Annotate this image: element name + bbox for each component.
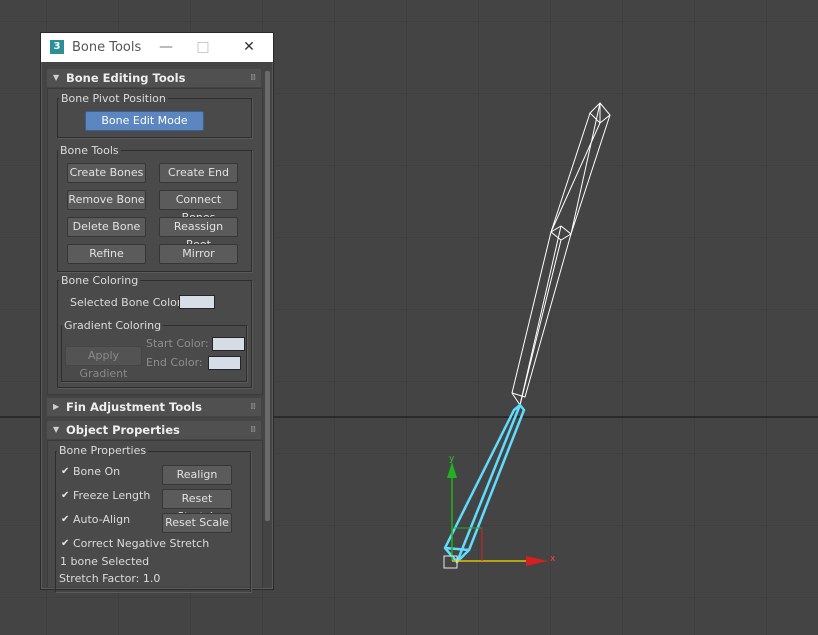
grip-icon: ⁞⁞ — [250, 73, 256, 83]
rollout-fin-adjustment-header[interactable]: ▶ Fin Adjustment Tools ⁞⁞ — [47, 398, 261, 416]
grip-icon: ⁞⁞ — [250, 425, 256, 435]
gizmo-x-label: x — [550, 554, 556, 564]
rollout-title: Fin Adjustment Tools — [66, 400, 202, 414]
selection-status: 1 bone Selected — [60, 555, 150, 568]
close-button[interactable]: ✕ — [235, 37, 263, 57]
rollout-bone-editing-body: Bone Pivot Position Bone Edit Mode Bone … — [47, 88, 263, 395]
group-title: Bone Coloring — [59, 274, 141, 287]
rollout-title: Object Properties — [66, 423, 180, 437]
app-icon: 3 — [50, 40, 64, 54]
auto-align-checkbox[interactable]: ✔ — [61, 515, 70, 525]
group-title: Bone Tools — [58, 144, 121, 157]
collapse-arrow-icon: ▼ — [53, 73, 60, 82]
panel-scrollbar[interactable] — [265, 71, 270, 521]
bone-tools-window[interactable]: 3 Bone Tools — □ ✕ ▼ Bone Editing Tools … — [40, 32, 274, 592]
selected-bone-color-swatch[interactable] — [179, 295, 215, 309]
rollout-object-properties-header[interactable]: ▼ Object Properties ⁞⁞ — [47, 421, 261, 439]
apply-gradient-button[interactable]: Apply Gradient — [65, 346, 142, 380]
end-color-label: End Color: — [146, 356, 203, 369]
rollout-title: Bone Editing Tools — [66, 71, 186, 85]
rollout-object-properties-body: Bone Properties ✔ Bone On Realign ✔ Free… — [47, 440, 263, 592]
selected-bone-color-label: Selected Bone Color: — [70, 296, 185, 309]
expand-arrow-icon: ▶ — [53, 402, 60, 411]
bone-edit-mode-button[interactable]: Bone Edit Mode — [85, 111, 204, 131]
minimize-button[interactable]: — — [152, 37, 180, 57]
start-color-swatch[interactable] — [212, 337, 245, 351]
rollout-bone-editing-header[interactable]: ▼ Bone Editing Tools ⁞⁞ — [47, 69, 261, 87]
stretch-factor-readout: Stretch Factor: 1.0 — [59, 572, 161, 585]
freeze-length-label: Freeze Length — [73, 489, 151, 502]
correct-negative-stretch-checkbox[interactable]: ✔ — [61, 539, 70, 549]
freeze-length-checkbox[interactable]: ✔ — [61, 491, 70, 501]
group-title: Bone Pivot Position — [59, 92, 168, 105]
bone-on-checkbox[interactable]: ✔ — [61, 467, 70, 477]
reset-stretch-button[interactable]: Reset Stretch — [162, 489, 232, 523]
realign-button[interactable]: Realign — [162, 465, 232, 485]
reset-scale-button[interactable]: Reset Scale — [162, 513, 232, 533]
maximize-button[interactable]: □ — [189, 37, 217, 57]
group-title: Gradient Coloring — [62, 319, 164, 332]
auto-align-label: Auto-Align — [73, 513, 131, 526]
gizmo-y-label: y — [449, 454, 455, 464]
group-title: Bone Properties — [57, 444, 149, 457]
collapse-arrow-icon: ▼ — [53, 425, 60, 434]
correct-negative-stretch-label: Correct Negative Stretch — [73, 537, 210, 550]
delete-bone-button[interactable]: Delete Bone — [67, 217, 146, 237]
start-color-label: Start Color: — [146, 337, 209, 350]
titlebar[interactable]: 3 Bone Tools — □ ✕ — [41, 33, 273, 62]
create-end-button[interactable]: Create End — [159, 163, 238, 183]
bone-on-label: Bone On — [73, 465, 121, 478]
connect-bones-button[interactable]: Connect Bones — [159, 190, 238, 224]
mirror-button[interactable]: Mirror — [159, 244, 238, 264]
window-title: Bone Tools — [72, 40, 142, 55]
grip-icon: ⁞⁞ — [250, 402, 256, 412]
refine-button[interactable]: Refine — [67, 244, 146, 264]
reassign-root-button[interactable]: Reassign Root — [159, 217, 238, 251]
end-color-swatch[interactable] — [208, 356, 241, 370]
remove-bone-button[interactable]: Remove Bone — [67, 190, 146, 210]
create-bones-button[interactable]: Create Bones — [67, 163, 146, 183]
